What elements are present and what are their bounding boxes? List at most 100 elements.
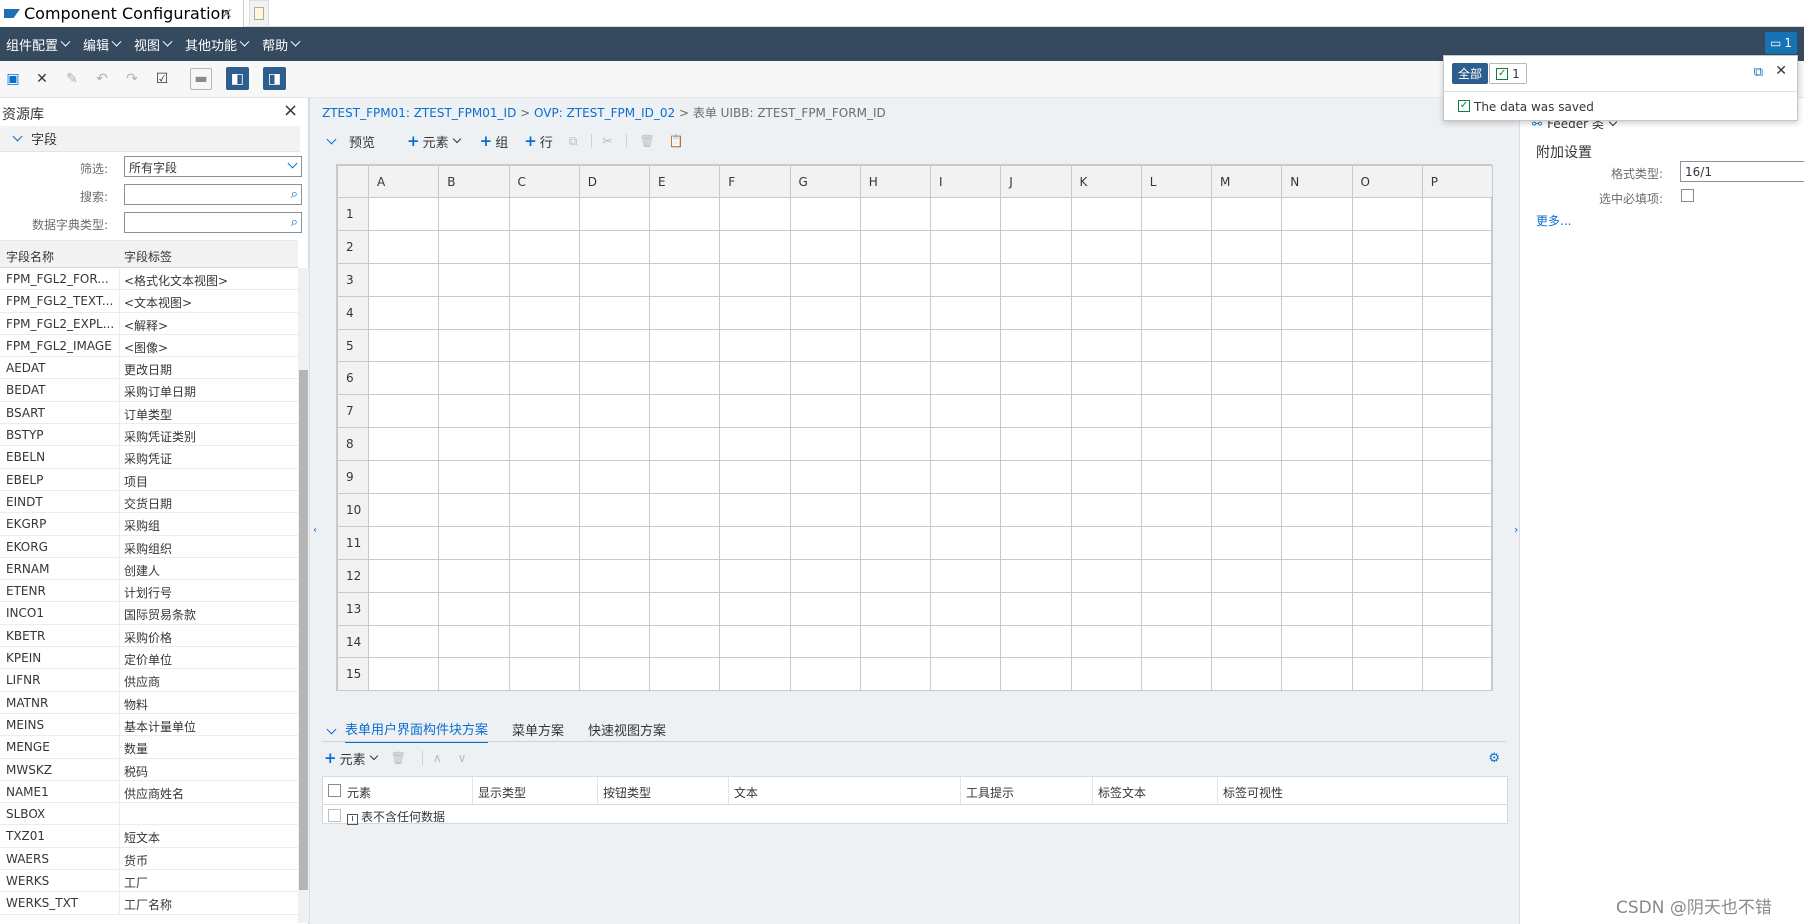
grid-cell[interactable] <box>578 558 651 593</box>
field-row[interactable]: EINDT 交货日期 <box>0 490 298 514</box>
grid-cell[interactable] <box>1351 229 1423 264</box>
grid-cell[interactable] <box>1140 493 1213 527</box>
grid-cell[interactable] <box>1070 328 1142 363</box>
grid-cell[interactable] <box>508 361 580 396</box>
grid-cell[interactable] <box>508 295 580 330</box>
grid-cell[interactable] <box>1281 328 1353 363</box>
grid-cell[interactable] <box>367 262 440 297</box>
grid-cell[interactable] <box>1210 295 1283 330</box>
grid-cell[interactable] <box>1070 295 1142 330</box>
grid-cell[interactable] <box>1281 525 1353 560</box>
toggle-right-panel-icon[interactable]: ◨ <box>263 67 286 90</box>
grid-cell[interactable] <box>648 229 721 264</box>
grid-cell[interactable] <box>578 525 651 560</box>
grid-cell[interactable] <box>508 657 580 692</box>
breadcrumb-link-1[interactable]: ZTEST_FPM01: ZTEST_FPM01_ID <box>322 106 516 120</box>
tab-form-uibb-schema[interactable]: 表单用户界面构件块方案 <box>345 719 489 743</box>
grid-cell[interactable] <box>1000 427 1072 462</box>
grid-cell[interactable] <box>508 525 580 560</box>
grid-cell[interactable] <box>1351 197 1423 231</box>
grid-cell[interactable] <box>648 427 721 462</box>
grid-column-header[interactable]: E <box>648 165 721 198</box>
grid-cell[interactable] <box>789 591 861 626</box>
grid-row-header[interactable]: 14 <box>337 624 369 659</box>
grid-cell[interactable] <box>367 591 440 626</box>
grid-cell[interactable] <box>648 558 721 593</box>
grid-cell[interactable] <box>1140 295 1213 330</box>
grid-cell[interactable] <box>929 624 1002 659</box>
grid-cell[interactable] <box>438 493 510 527</box>
grid-row-header[interactable]: 11 <box>337 525 369 560</box>
grid-cell[interactable] <box>719 394 791 429</box>
grid-cell[interactable] <box>578 197 651 231</box>
grid-cell[interactable] <box>1070 525 1142 560</box>
grid-cell[interactable] <box>719 624 791 659</box>
grid-row-header[interactable]: 15 <box>337 657 369 692</box>
grid-cell[interactable] <box>1421 591 1494 626</box>
grid-cell[interactable] <box>859 361 932 396</box>
toggle-left-panel-icon[interactable]: ◧ <box>226 67 249 90</box>
grid-cell[interactable] <box>367 229 440 264</box>
grid-cell[interactable] <box>929 427 1002 462</box>
grid-cell[interactable] <box>859 295 932 330</box>
undo-icon[interactable]: ↶ <box>93 70 111 88</box>
grid-cell[interactable] <box>719 427 791 462</box>
grid-cell[interactable] <box>578 427 651 462</box>
grid-cell[interactable] <box>648 197 721 231</box>
close-tab-icon[interactable]: × <box>220 4 233 22</box>
grid-cell[interactable] <box>1210 591 1283 626</box>
grid-cell[interactable] <box>719 493 791 527</box>
grid-cell[interactable] <box>1351 624 1423 659</box>
right-splitter[interactable]: › <box>1512 98 1520 924</box>
grid-cell[interactable] <box>578 591 651 626</box>
fields-scrollbar[interactable] <box>298 268 309 923</box>
grid-cell[interactable] <box>859 493 932 527</box>
grid-cell[interactable] <box>789 197 861 231</box>
message-button[interactable]: ▭ 1 <box>1765 32 1797 54</box>
grid-cell[interactable] <box>859 394 932 429</box>
grid-cell[interactable] <box>1421 624 1494 659</box>
grid-cell[interactable] <box>438 394 510 429</box>
cut-icon[interactable]: ✂ <box>591 134 612 148</box>
field-row[interactable]: BEDAT 采购订单日期 <box>0 379 298 402</box>
grid-cell[interactable] <box>1070 394 1142 429</box>
grid-cell[interactable] <box>929 591 1002 626</box>
grid-cell[interactable] <box>1140 591 1213 626</box>
grid-cell[interactable] <box>367 493 440 527</box>
grid-cell[interactable] <box>1000 525 1072 560</box>
field-row[interactable]: INCO1 国际贸易条款 <box>0 602 298 625</box>
grid-cell[interactable] <box>859 657 932 692</box>
grid-cell[interactable] <box>789 328 861 363</box>
grid-cell[interactable] <box>1210 558 1283 593</box>
more-link[interactable]: 更多... <box>1536 212 1571 229</box>
grid-column-header[interactable]: J <box>1000 165 1072 198</box>
grid-cell[interactable] <box>508 262 580 297</box>
scrollbar-thumb[interactable] <box>299 370 308 890</box>
grid-column-header[interactable]: P <box>1421 165 1494 198</box>
field-row[interactable]: BSART 订单类型 <box>0 401 298 425</box>
grid-cell[interactable] <box>1140 361 1213 396</box>
grid-cell[interactable] <box>367 427 440 462</box>
grid-cell[interactable] <box>648 591 721 626</box>
redo-icon[interactable]: ↷ <box>123 70 141 88</box>
grid-cell[interactable] <box>929 262 1002 297</box>
grid-cell[interactable] <box>789 295 861 330</box>
grid-cell[interactable] <box>438 624 510 659</box>
grid-cell[interactable] <box>508 394 580 429</box>
grid-cell[interactable] <box>1000 229 1072 264</box>
grid-cell[interactable] <box>719 229 791 264</box>
grid-cell[interactable] <box>367 295 440 330</box>
grid-cell[interactable] <box>1351 295 1423 330</box>
grid-row-header[interactable]: 2 <box>337 229 369 264</box>
grid-cell[interactable] <box>929 361 1002 396</box>
grid-cell[interactable] <box>578 624 651 659</box>
grid-column-header[interactable]: N <box>1281 165 1353 198</box>
grid-cell[interactable] <box>789 229 861 264</box>
grid-cell[interactable] <box>1351 328 1423 363</box>
grid-cell[interactable] <box>929 525 1002 560</box>
grid-cell[interactable] <box>789 427 861 462</box>
grid-cell[interactable] <box>859 328 932 363</box>
column-tooltip[interactable]: 工具提示 <box>966 784 1014 801</box>
grid-cell[interactable] <box>1421 197 1494 231</box>
grid-cell[interactable] <box>578 460 651 495</box>
